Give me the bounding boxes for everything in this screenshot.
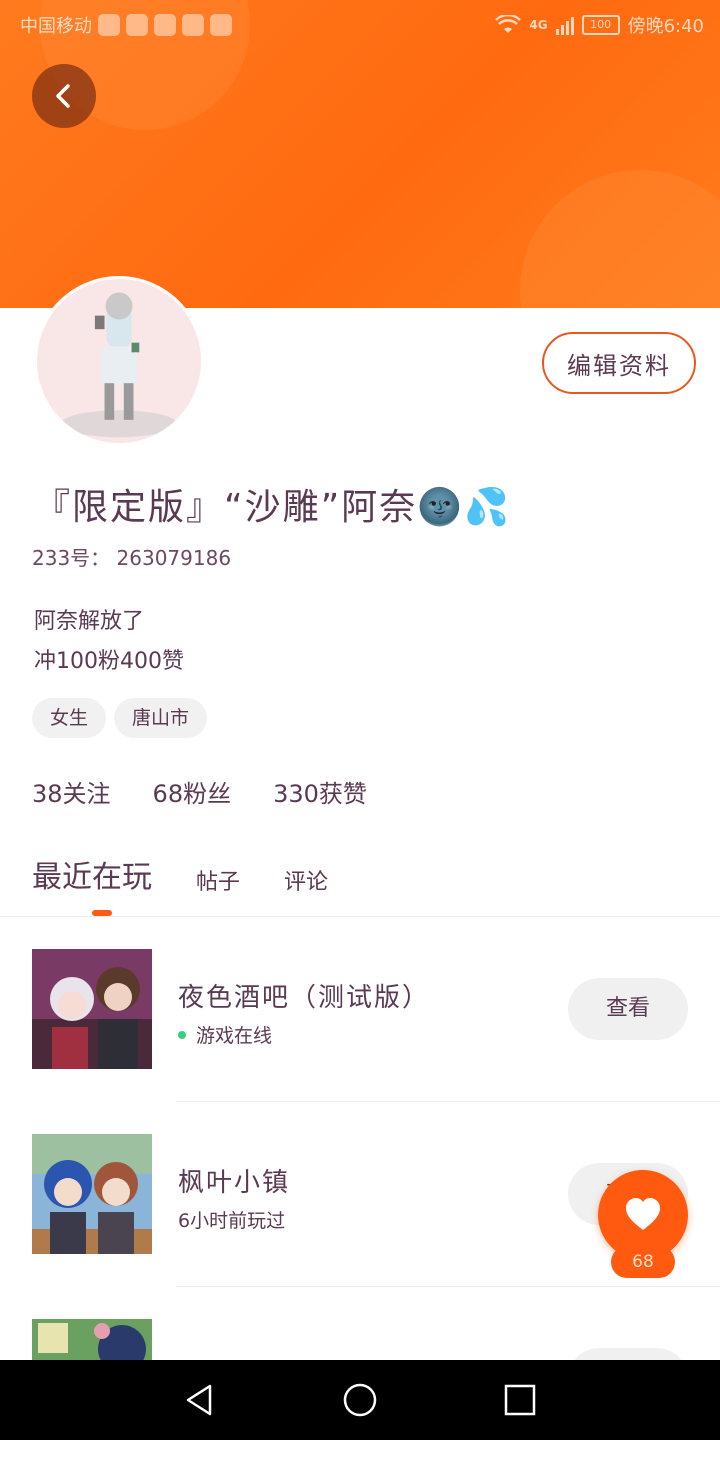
carrier-label: 中国移动	[20, 16, 92, 37]
bio-line: 冲100粉400赞	[34, 649, 184, 674]
bio-line: 阿奈解放了	[34, 609, 145, 634]
tab-comments[interactable]: 评论	[284, 864, 328, 896]
edit-profile-label: 编辑资料	[567, 351, 671, 380]
battery-icon: 100	[581, 15, 620, 35]
like-count-badge: 68	[611, 1246, 675, 1278]
game-title: 枫叶小镇	[178, 1168, 291, 1198]
nav-back-icon[interactable]	[180, 1380, 220, 1420]
game-status: 6小时前玩过	[178, 1206, 285, 1233]
online-status-dot	[178, 1030, 186, 1039]
game-cover-image	[32, 1134, 152, 1254]
nickname-text: 『限定版』“沙雕”阿奈	[34, 487, 418, 528]
avatar[interactable]	[34, 276, 204, 446]
profile-tags: 女生 唐山市	[32, 698, 208, 738]
profile-tabs: 最近在玩 帖子 评论	[32, 852, 328, 896]
tab-recently-played[interactable]: 最近在玩	[32, 852, 152, 896]
edit-profile-button[interactable]: 编辑资料	[542, 332, 696, 394]
game-thumbnail	[32, 949, 152, 1069]
profile-stats: 38关注 68粉丝 330获赞	[32, 774, 367, 809]
back-button[interactable]	[32, 64, 96, 128]
system-navigation-bar	[0, 1360, 720, 1440]
nickname-emoji: 🌚💦	[417, 487, 511, 528]
app-notification-icon	[210, 14, 232, 36]
game-status: 游戏在线	[178, 1021, 272, 1048]
game-thumbnail	[32, 1134, 152, 1254]
app-notification-icon	[154, 14, 176, 36]
network-label: 4G	[529, 18, 548, 32]
bio: 阿奈解放了 冲100粉400赞	[34, 602, 184, 682]
game-title: 夜色酒吧（测试版）	[178, 983, 431, 1013]
avatar-character-image	[61, 292, 177, 438]
app-notification-icon	[126, 14, 148, 36]
header-decoration	[520, 170, 720, 308]
shield-notification-icon	[98, 14, 120, 36]
wechat-notification-icon	[182, 14, 204, 36]
game-status-text: 6小时前玩过	[178, 1210, 286, 1232]
nav-home-icon[interactable]	[340, 1380, 380, 1420]
game-status-text: 游戏在线	[196, 1025, 273, 1047]
tab-posts[interactable]: 帖子	[196, 864, 240, 896]
following-count[interactable]: 38关注	[32, 774, 111, 809]
fans-count[interactable]: 68粉丝	[153, 774, 232, 809]
heart-icon	[626, 1198, 660, 1230]
likes-count: 330获赞	[273, 780, 367, 808]
signal-icon	[555, 15, 574, 35]
nav-recent-apps-icon[interactable]	[500, 1380, 540, 1420]
status-time: 傍晚6:40	[627, 16, 704, 37]
status-bar: 中国移动 4G 100 傍晚6:40	[0, 0, 720, 50]
status-left: 中国移动	[20, 12, 232, 38]
user-id: 233号： 263079186	[32, 546, 232, 570]
nickname: 『限定版』“沙雕”阿奈🌚💦	[34, 478, 511, 530]
view-game-button[interactable]: 查看	[568, 978, 688, 1040]
gender-tag: 女生	[32, 698, 107, 738]
status-right: 4G 100 傍晚6:40	[495, 12, 704, 38]
wifi-icon	[495, 15, 522, 33]
chevron-left-icon	[56, 84, 70, 108]
location-tag: 唐山市	[114, 698, 208, 738]
game-cover-image	[32, 949, 152, 1069]
battery-level: 100	[590, 18, 612, 31]
game-list-item[interactable]: 夜色酒吧（测试版） 游戏在线 查看	[0, 917, 720, 1102]
